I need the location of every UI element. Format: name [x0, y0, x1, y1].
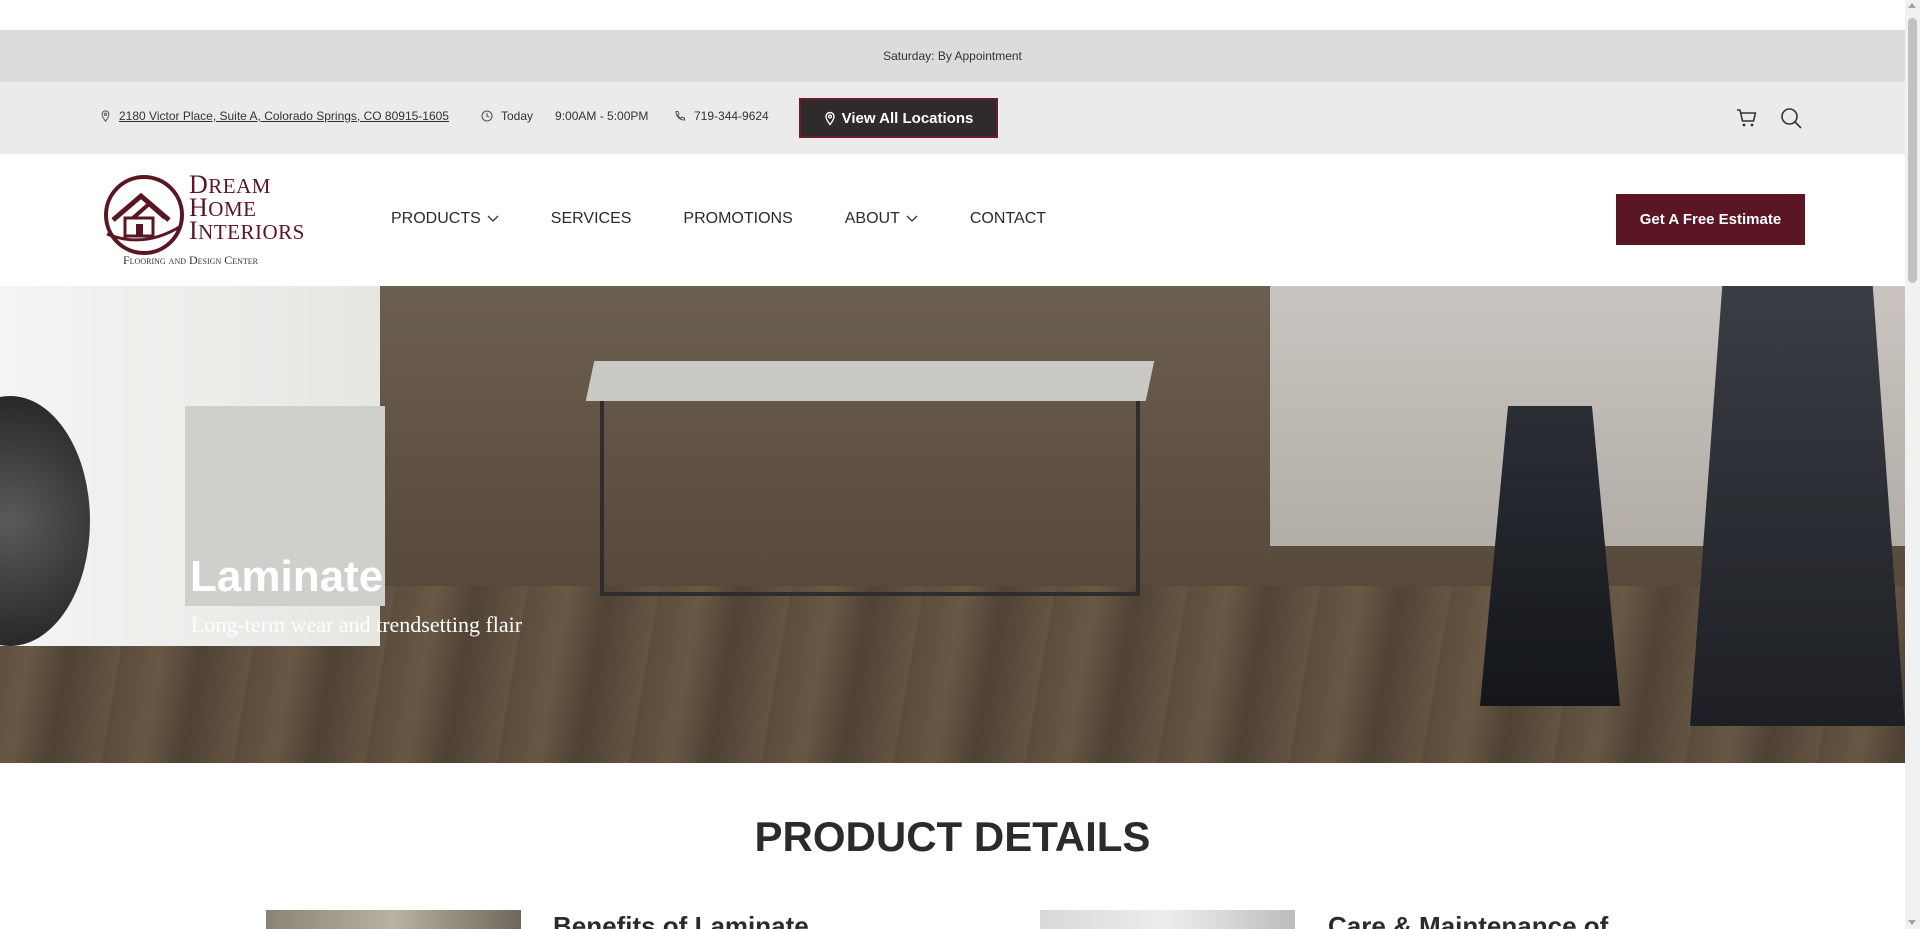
care-card-image — [1040, 910, 1295, 929]
phone-link[interactable]: 719-344-9624 — [674, 109, 769, 123]
store-hours: Today 9:00AM - 5:00PM — [481, 109, 648, 123]
care-card-title: Care & Maintenance of — [1328, 911, 1609, 929]
pin-icon — [101, 110, 110, 122]
hours-day: Today — [501, 109, 534, 123]
chevron-down-icon — [906, 215, 918, 222]
view-all-locations-label: View All Locations — [841, 109, 974, 127]
site-header: DREAM HOME INTERIORS Flooring and Design… — [0, 154, 1905, 286]
cart-icon[interactable] — [1735, 106, 1759, 130]
nav-about-label: ABOUT — [844, 210, 900, 227]
hero-image-table-frame — [600, 396, 1140, 596]
announcement-bar: Saturday: By Appointment — [0, 30, 1905, 82]
address-text: 2180 Victor Place, Suite A, Colorado Spr… — [119, 109, 449, 123]
scroll-up-arrow[interactable] — [1908, 3, 1916, 8]
scroll-thumb[interactable] — [1908, 18, 1917, 283]
chevron-down-icon — [487, 215, 499, 222]
nav-services-label: SERVICES — [550, 210, 632, 227]
free-estimate-button[interactable]: Get A Free Estimate — [1616, 194, 1805, 245]
phone-icon — [675, 111, 685, 121]
nav-services[interactable]: SERVICES — [551, 210, 632, 228]
address-link[interactable]: 2180 Victor Place, Suite A, Colorado Spr… — [100, 109, 449, 123]
hero-title: Laminate — [190, 552, 384, 601]
hero-image-table-top — [585, 361, 1155, 401]
benefits-card-title: Benefits of Laminate — [553, 911, 809, 929]
announcement-text: Saturday: By Appointment — [883, 49, 1022, 63]
site-logo[interactable]: DREAM HOME INTERIORS Flooring and Design… — [103, 170, 305, 269]
nav-contact[interactable]: CONTACT — [970, 210, 1046, 228]
phone-text: 719-344-9624 — [694, 109, 769, 123]
logo-emblem — [104, 175, 184, 255]
logo-wordmark: DREAM HOME INTERIORS — [189, 170, 305, 245]
hero-image-pedestal — [1690, 286, 1905, 726]
nav-products-label: PRODUCTS — [391, 210, 481, 227]
nav-promotions[interactable]: PROMOTIONS — [683, 210, 792, 228]
clock-icon — [481, 110, 493, 122]
product-details-heading: PRODUCT DETAILS — [754, 813, 1151, 860]
hero-banner: Laminate Long-term wear and trendsetting… — [0, 286, 1905, 763]
page-scrollbar[interactable] — [1905, 0, 1920, 929]
nav-promotions-label: PROMOTIONS — [683, 210, 793, 227]
nav-contact-label: CONTACT — [969, 210, 1047, 227]
info-bar: 2180 Victor Place, Suite A, Colorado Spr… — [0, 82, 1905, 154]
top-spacer — [0, 0, 1905, 30]
search-icon[interactable] — [1779, 106, 1803, 130]
pin-icon — [824, 111, 835, 126]
main-nav: PRODUCTS SERVICES PROMOTIONS ABOUT CONTA… — [391, 210, 1098, 228]
logo-tagline: Flooring and Design Center — [123, 253, 258, 267]
scroll-down-arrow[interactable] — [1908, 920, 1916, 925]
free-estimate-label: Get A Free Estimate — [1639, 211, 1782, 228]
nav-about[interactable]: ABOUT — [845, 210, 918, 228]
view-all-locations-button[interactable]: View All Locations — [799, 98, 998, 138]
nav-products[interactable]: PRODUCTS — [391, 210, 499, 228]
benefits-card-image — [266, 910, 521, 929]
hours-time: 9:00AM - 5:00PM — [555, 109, 649, 123]
hero-subtitle: Long-term wear and trendsetting flair — [191, 612, 523, 637]
